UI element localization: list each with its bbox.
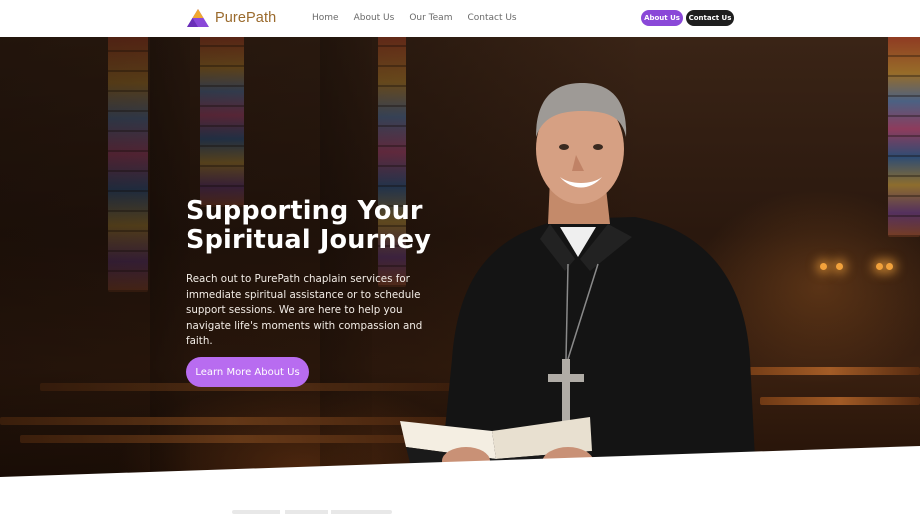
hero-image-chaplain [400, 59, 760, 477]
hero-title-line-2: Spiritual Journey [186, 225, 432, 255]
brand-logo[interactable]: PurePath [186, 8, 276, 28]
site-header: PurePath Home About Us Our Team Contact … [0, 0, 920, 37]
nav-home[interactable]: Home [312, 12, 339, 24]
hero-section: Supporting Your Spiritual Journey Reach o… [0, 37, 920, 477]
brand-name: PurePath [215, 10, 277, 26]
hero-title: Supporting Your Spiritual Journey [186, 197, 446, 255]
nav-about-us[interactable]: About Us [354, 12, 395, 24]
hero-description: Reach out to PurePath chaplain services … [186, 273, 423, 347]
pyramid-logo-icon [187, 9, 209, 27]
about-us-button[interactable]: About Us [641, 10, 683, 26]
next-section-peek [232, 506, 392, 514]
nav-our-team[interactable]: Our Team [409, 12, 452, 24]
learn-more-button[interactable]: Learn More About Us [186, 357, 309, 387]
nav-contact-us[interactable]: Contact Us [467, 12, 516, 24]
main-nav: Home About Us Our Team Contact Us [312, 12, 532, 24]
next-section-heading-peek [232, 510, 392, 514]
hero-title-line-1: Supporting Your [186, 196, 423, 226]
contact-us-button[interactable]: Contact Us [686, 10, 734, 26]
